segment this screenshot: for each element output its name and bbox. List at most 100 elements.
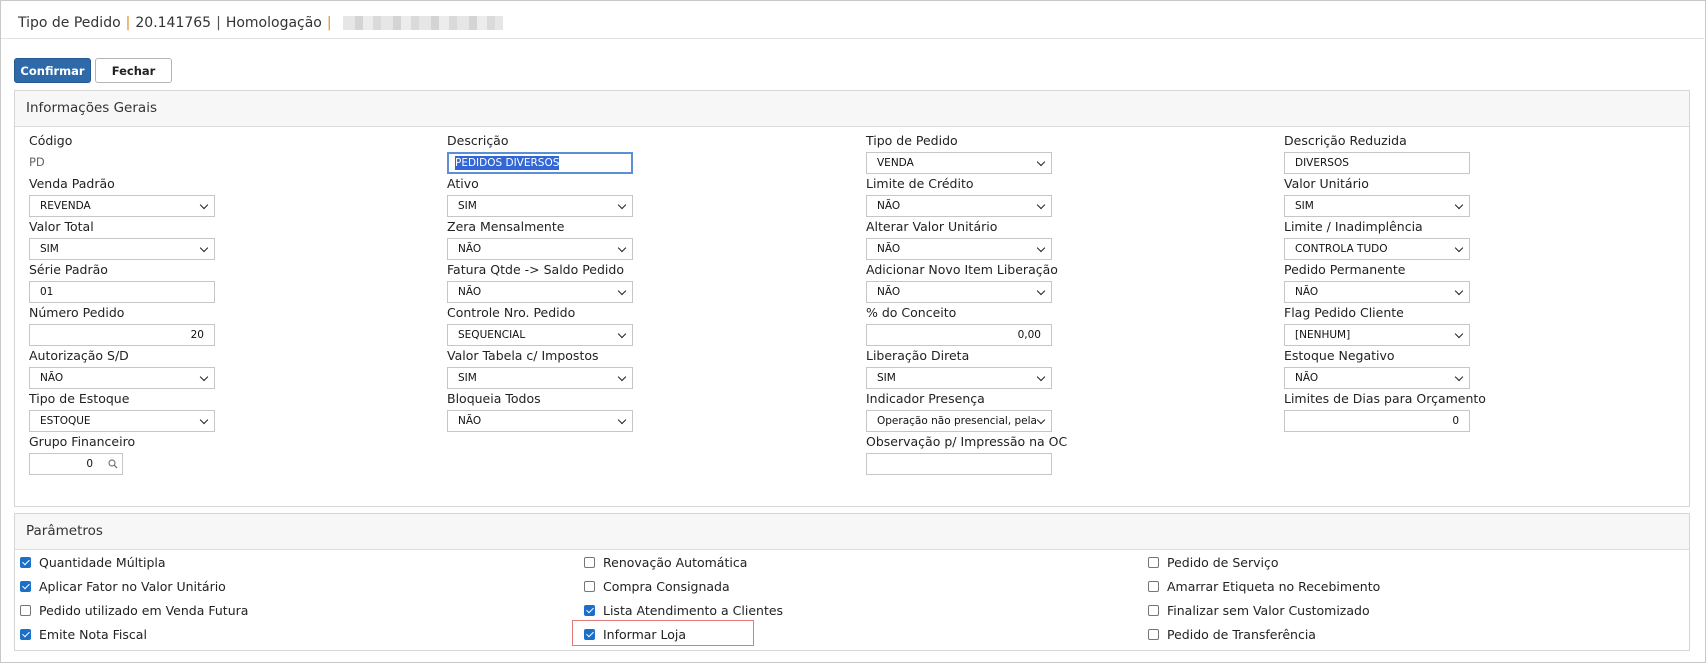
param-label: Pedido utilizado em Venda Futura bbox=[39, 603, 249, 618]
param-label: Compra Consignada bbox=[603, 579, 730, 594]
valor-total-field: Valor Total SIM bbox=[29, 219, 215, 260]
checkbox-icon[interactable] bbox=[20, 629, 31, 640]
param-quantidade-multipla[interactable]: Quantidade Múltipla bbox=[20, 555, 166, 571]
alterar-valor-unitario-select[interactable]: NÃO bbox=[866, 238, 1052, 260]
descricao-field: Descrição PEDIDOS DIVERSOS bbox=[447, 133, 633, 174]
param-label: Aplicar Fator no Valor Unitário bbox=[39, 579, 226, 594]
confirm-button[interactable]: Confirmar bbox=[14, 58, 91, 83]
title-text: Tipo de Pedido bbox=[18, 15, 121, 31]
valor-total-select[interactable]: SIM bbox=[29, 238, 215, 260]
valor-tabela-impostos-select[interactable]: SIM bbox=[447, 367, 633, 389]
valor-tabela-impostos-field: Valor Tabela c/ Impostos SIM bbox=[447, 348, 633, 389]
checkbox-icon[interactable] bbox=[20, 581, 31, 592]
limites-dias-orcamento-field: Limites de Dias para Orçamento 0 bbox=[1284, 391, 1486, 432]
title-environment: Homologação bbox=[225, 15, 322, 31]
grupo-financeiro-input[interactable]: 0 bbox=[29, 453, 104, 475]
liberacao-direta-field: Liberação Direta SIM bbox=[866, 348, 1052, 389]
title-separator: | bbox=[216, 15, 221, 31]
param-amarrar-etiqueta[interactable]: Amarrar Etiqueta no Recebimento bbox=[1148, 579, 1380, 595]
observacao-oc-input[interactable] bbox=[866, 453, 1052, 475]
checkbox-icon[interactable] bbox=[584, 581, 595, 592]
numero-pedido-input[interactable]: 20 bbox=[29, 324, 215, 346]
checkbox-icon[interactable] bbox=[20, 557, 31, 568]
venda-padrao-select[interactable]: REVENDA bbox=[29, 195, 215, 217]
controle-nro-pedido-select[interactable]: SEQUENCIAL bbox=[447, 324, 633, 346]
serie-padrao-input[interactable]: 01 bbox=[29, 281, 215, 303]
title-separator: | bbox=[326, 15, 332, 31]
grupo-financeiro-search-button[interactable] bbox=[103, 453, 123, 475]
fatura-qtde-select[interactable]: NÃO bbox=[447, 281, 633, 303]
tipo-pedido-field: Tipo de Pedido VENDA bbox=[866, 133, 1052, 174]
checkbox-icon[interactable] bbox=[584, 605, 595, 616]
page-title: Tipo de Pedido | 20.141765 | Homologação | bbox=[18, 13, 503, 33]
param-renovacao-automatica[interactable]: Renovação Automática bbox=[584, 555, 747, 571]
estoque-negativo-field: Estoque Negativo NÃO bbox=[1284, 348, 1470, 389]
param-venda-futura[interactable]: Pedido utilizado em Venda Futura bbox=[20, 603, 248, 619]
limite-credito-select[interactable]: NÃO bbox=[866, 195, 1052, 217]
fatura-qtde-label: Fatura Qtde -> Saldo Pedido bbox=[447, 262, 624, 277]
tipo-estoque-field: Tipo de Estoque ESTOQUE bbox=[29, 391, 215, 432]
param-label: Pedido de Serviço bbox=[1167, 555, 1279, 570]
autorizacao-sd-select[interactable]: NÃO bbox=[29, 367, 215, 389]
param-emite-nota-fiscal[interactable]: Emite Nota Fiscal bbox=[20, 627, 147, 643]
codigo-value: PD bbox=[29, 155, 45, 169]
autorizacao-sd-label: Autorização S/D bbox=[29, 348, 129, 363]
param-compra-consignada[interactable]: Compra Consignada bbox=[584, 579, 730, 595]
limite-credito-label: Limite de Crédito bbox=[866, 176, 974, 191]
bloqueia-todos-select[interactable]: NÃO bbox=[447, 410, 633, 432]
limites-dias-orcamento-input[interactable]: 0 bbox=[1284, 410, 1470, 432]
indicador-presenca-select[interactable]: Operação não presencial, pela Internet bbox=[866, 410, 1052, 432]
annotation-highlight-box bbox=[572, 620, 754, 646]
close-button[interactable]: Fechar bbox=[95, 58, 172, 83]
descricao-reduzida-label: Descrição Reduzida bbox=[1284, 133, 1407, 148]
tipo-estoque-select[interactable]: ESTOQUE bbox=[29, 410, 215, 432]
checkbox-icon[interactable] bbox=[20, 605, 31, 616]
zera-mensalmente-select[interactable]: NÃO bbox=[447, 238, 633, 260]
param-aplicar-fator[interactable]: Aplicar Fator no Valor Unitário bbox=[20, 579, 226, 595]
estoque-negativo-select[interactable]: NÃO bbox=[1284, 367, 1470, 389]
checkbox-icon[interactable] bbox=[584, 557, 595, 568]
title-separator: | bbox=[125, 15, 131, 31]
param-finalizar-sem-valor[interactable]: Finalizar sem Valor Customizado bbox=[1148, 603, 1370, 619]
codigo-field: Código PD bbox=[29, 133, 72, 172]
param-label: Lista Atendimento a Clientes bbox=[603, 603, 784, 618]
checkbox-icon[interactable] bbox=[1148, 581, 1159, 592]
limites-dias-orcamento-label: Limites de Dias para Orçamento bbox=[1284, 391, 1486, 406]
limite-inadimplencia-select[interactable]: CONTROLA TUDO bbox=[1284, 238, 1470, 260]
valor-unitario-field: Valor Unitário SIM bbox=[1284, 176, 1470, 217]
bloqueia-todos-label: Bloqueia Todos bbox=[447, 391, 541, 406]
limite-inadimplencia-label: Limite / Inadimplência bbox=[1284, 219, 1423, 234]
adicionar-novo-item-select[interactable]: NÃO bbox=[866, 281, 1052, 303]
checkbox-icon[interactable] bbox=[1148, 629, 1159, 640]
pct-conceito-field: % do Conceito 0,00 bbox=[866, 305, 1052, 346]
ativo-select[interactable]: SIM bbox=[447, 195, 633, 217]
tipo-pedido-label: Tipo de Pedido bbox=[866, 133, 958, 148]
grupo-financeiro-label: Grupo Financeiro bbox=[29, 434, 136, 449]
flag-pedido-cliente-field: Flag Pedido Cliente [NENHUM] bbox=[1284, 305, 1470, 346]
ativo-field: Ativo SIM bbox=[447, 176, 633, 217]
valor-unitario-select[interactable]: SIM bbox=[1284, 195, 1470, 217]
descricao-reduzida-input[interactable]: DIVERSOS bbox=[1284, 152, 1470, 174]
checkbox-icon[interactable] bbox=[1148, 605, 1159, 616]
liberacao-direta-select[interactable]: SIM bbox=[866, 367, 1052, 389]
pct-conceito-input[interactable]: 0,00 bbox=[866, 324, 1052, 346]
tipo-pedido-select[interactable]: VENDA bbox=[866, 152, 1052, 174]
alterar-valor-unitario-field: Alterar Valor Unitário NÃO bbox=[866, 219, 1052, 260]
autorizacao-sd-field: Autorização S/D NÃO bbox=[29, 348, 215, 389]
limite-credito-field: Limite de Crédito NÃO bbox=[866, 176, 1052, 217]
grupo-financeiro-field: Grupo Financeiro 0 bbox=[29, 434, 215, 475]
ativo-label: Ativo bbox=[447, 176, 479, 191]
param-lista-atendimento[interactable]: Lista Atendimento a Clientes bbox=[584, 603, 783, 619]
param-pedido-transferencia[interactable]: Pedido de Transferência bbox=[1148, 627, 1316, 643]
pedido-permanente-field: Pedido Permanente NÃO bbox=[1284, 262, 1470, 303]
checkbox-icon[interactable] bbox=[1148, 557, 1159, 568]
param-pedido-servico[interactable]: Pedido de Serviço bbox=[1148, 555, 1279, 571]
indicador-presenca-field: Indicador Presença Operação não presenci… bbox=[866, 391, 1052, 432]
descricao-input[interactable]: PEDIDOS DIVERSOS bbox=[447, 152, 633, 174]
observacao-oc-label: Observação p/ Impressão na OC bbox=[866, 434, 1068, 449]
pedido-permanente-select[interactable]: NÃO bbox=[1284, 281, 1470, 303]
flag-pedido-cliente-label: Flag Pedido Cliente bbox=[1284, 305, 1404, 320]
flag-pedido-cliente-select[interactable]: [NENHUM] bbox=[1284, 324, 1470, 346]
parameters-title: Parâmetros bbox=[15, 514, 1689, 550]
venda-padrao-field: Venda Padrão REVENDA bbox=[29, 176, 215, 217]
